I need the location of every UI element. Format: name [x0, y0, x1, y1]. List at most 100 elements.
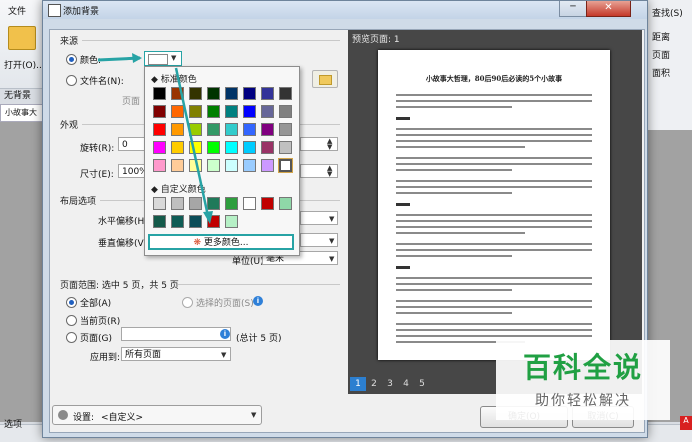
color-swatch[interactable] — [261, 159, 274, 172]
color-swatch[interactable] — [225, 141, 238, 154]
color-label: 颜色: — [80, 56, 102, 66]
color-swatch[interactable] — [243, 87, 256, 100]
color-swatch[interactable] — [225, 105, 238, 118]
color-radio[interactable] — [66, 54, 77, 65]
color-swatch[interactable] — [171, 141, 184, 154]
open-button-label[interactable]: 打开(O)... — [4, 58, 45, 71]
current-page-radio[interactable] — [66, 315, 77, 326]
color-swatch[interactable] — [225, 87, 238, 100]
vertical-offset-combo[interactable]: ▼ — [300, 233, 338, 247]
color-swatch[interactable] — [243, 123, 256, 136]
more-colors-button[interactable]: ❋ 更多颜色... — [148, 234, 294, 250]
info-icon[interactable]: i — [220, 329, 230, 339]
color-swatch[interactable] — [153, 87, 166, 100]
color-swatch[interactable] — [189, 159, 202, 172]
horizontal-offset-combo[interactable]: ▼ — [300, 211, 338, 225]
color-swatch[interactable] — [243, 197, 256, 210]
color-swatch[interactable] — [279, 87, 292, 100]
all-pages-radio[interactable] — [66, 297, 77, 308]
page-number-3[interactable]: 3 — [382, 377, 398, 391]
page-range-label: 页面(G) — [80, 334, 112, 344]
color-swatch[interactable] — [207, 87, 220, 100]
color-swatch[interactable] — [207, 123, 220, 136]
color-swatch[interactable] — [279, 197, 292, 210]
color-swatch[interactable] — [171, 87, 184, 100]
color-swatch[interactable] — [207, 141, 220, 154]
color-swatch[interactable] — [189, 215, 202, 228]
color-swatch[interactable] — [279, 105, 292, 118]
preview-text-line — [396, 289, 512, 291]
color-swatch[interactable] — [171, 197, 184, 210]
close-button[interactable]: ✕ — [586, 1, 631, 17]
color-swatch[interactable] — [225, 215, 238, 228]
color-swatch[interactable] — [207, 215, 220, 228]
chevron-down-icon: ▼ — [251, 411, 257, 419]
color-swatch[interactable] — [189, 197, 202, 210]
title-bar[interactable]: 添加背景 ─ ✕ — [43, 1, 647, 19]
color-swatch[interactable] — [279, 123, 292, 136]
size-spinner[interactable]: ▲ ▼ — [300, 164, 338, 178]
open-folder-icon[interactable] — [8, 26, 36, 50]
color-swatch[interactable] — [189, 105, 202, 118]
color-swatch[interactable] — [261, 197, 274, 210]
page-range-radio[interactable] — [66, 332, 77, 343]
file-radio[interactable] — [66, 75, 77, 86]
color-swatch[interactable] — [279, 141, 292, 154]
color-swatch[interactable] — [153, 215, 166, 228]
color-swatch[interactable] — [153, 105, 166, 118]
rotation-input[interactable]: 0 — [118, 137, 146, 151]
preview-text-line — [396, 312, 512, 314]
color-swatch[interactable] — [261, 87, 274, 100]
color-swatch[interactable] — [189, 141, 202, 154]
apply-to-combo[interactable]: 所有页面 ▼ — [121, 347, 231, 361]
standard-colors-grid — [149, 87, 297, 179]
color-swatch[interactable] — [153, 123, 166, 136]
spin-down-icon[interactable]: ▼ — [327, 144, 332, 151]
settings-combo[interactable]: 设置: <自定义> ▼ — [52, 405, 262, 425]
page-range-input[interactable] — [121, 327, 231, 341]
color-swatch[interactable] — [225, 197, 238, 210]
color-swatch[interactable] — [207, 105, 220, 118]
color-swatch[interactable] — [243, 141, 256, 154]
color-swatch[interactable] — [171, 215, 184, 228]
info-icon[interactable]: i — [253, 296, 263, 306]
page-tool[interactable]: 页面 — [652, 48, 670, 61]
distance-tool[interactable]: 距离 — [652, 30, 670, 43]
minimize-button[interactable]: ─ — [559, 1, 587, 17]
color-swatch[interactable] — [153, 159, 166, 172]
gear-icon — [58, 410, 68, 420]
options-label[interactable]: 选项 — [4, 417, 22, 430]
page-number-2[interactable]: 2 — [366, 377, 382, 391]
palette-icon: ❋ — [193, 238, 202, 248]
color-swatch[interactable] — [207, 159, 220, 172]
color-dropdown[interactable]: ▼ — [144, 51, 182, 66]
color-swatch[interactable] — [225, 159, 238, 172]
color-swatch[interactable] — [153, 141, 166, 154]
area-tool[interactable]: 面积 — [652, 66, 670, 79]
color-swatch[interactable] — [207, 197, 220, 210]
color-swatch[interactable] — [189, 123, 202, 136]
color-swatch[interactable] — [171, 105, 184, 118]
color-swatch[interactable] — [261, 141, 274, 154]
selected-pages-radio[interactable] — [182, 297, 193, 308]
page-number-1[interactable]: 1 — [350, 377, 366, 391]
rotation-spinner[interactable]: ▲ ▼ — [300, 137, 338, 151]
color-swatch[interactable] — [278, 158, 293, 173]
find-button[interactable]: 查找(S) — [652, 6, 683, 19]
page-number-5[interactable]: 5 — [414, 377, 430, 391]
color-swatch[interactable] — [261, 105, 274, 118]
color-swatch[interactable] — [243, 105, 256, 118]
file-menu[interactable]: 文件 — [8, 4, 26, 17]
spin-down-icon[interactable]: ▼ — [327, 171, 332, 178]
watermark-title: 百科全说 — [522, 351, 643, 384]
color-swatch[interactable] — [225, 123, 238, 136]
color-swatch[interactable] — [153, 197, 166, 210]
color-swatch[interactable] — [261, 123, 274, 136]
size-input[interactable]: 100% — [118, 164, 148, 178]
page-number-4[interactable]: 4 — [398, 377, 414, 391]
browse-folder-button[interactable] — [312, 70, 338, 88]
color-swatch[interactable] — [171, 123, 184, 136]
color-swatch[interactable] — [189, 87, 202, 100]
color-swatch[interactable] — [243, 159, 256, 172]
color-swatch[interactable] — [171, 159, 184, 172]
